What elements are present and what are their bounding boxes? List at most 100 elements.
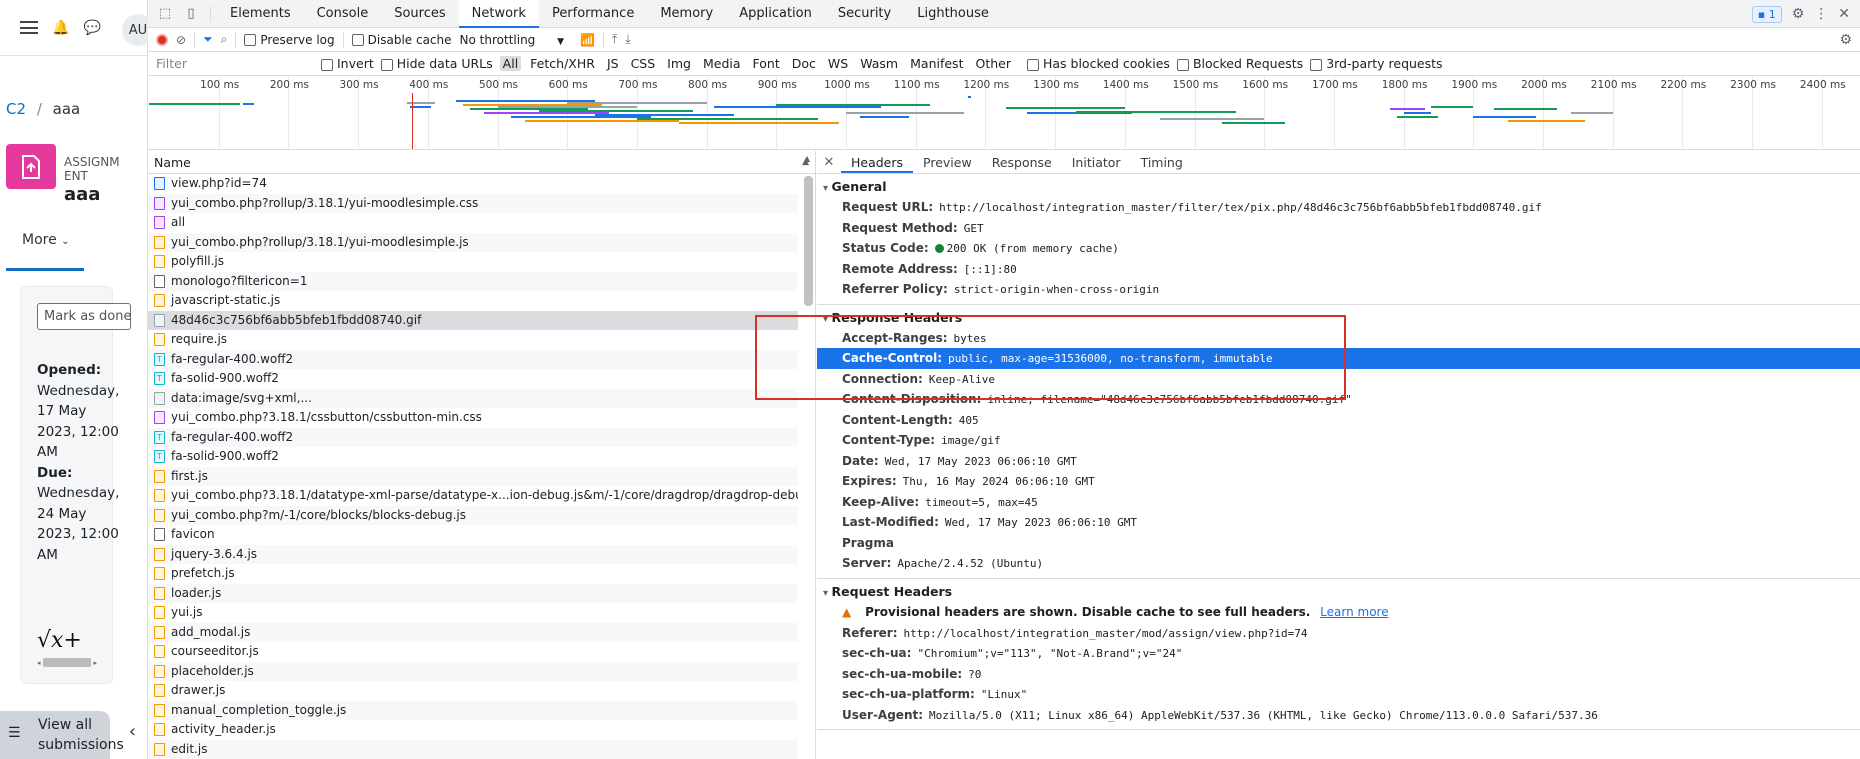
mark-as-done-button[interactable]: Mark as done <box>37 303 132 330</box>
request-row[interactable]: favicon <box>148 525 798 545</box>
header-row[interactable]: Referer: http://localhost/integration_mas… <box>817 623 1860 644</box>
filter-type-js[interactable]: JS <box>604 56 622 71</box>
detail-tab-response[interactable]: Response <box>982 151 1062 173</box>
import-har-icon[interactable]: ⤒ <box>612 32 617 47</box>
filter-type-fetchxhr[interactable]: Fetch/XHR <box>527 56 598 71</box>
tab-memory[interactable]: Memory <box>647 0 726 28</box>
request-list-scrollbar[interactable] <box>804 176 813 306</box>
tab-lighthouse[interactable]: Lighthouse <box>904 0 1002 28</box>
general-title[interactable]: General <box>817 177 1860 197</box>
math-scrollbar[interactable]: ◂ ▸ <box>37 658 97 667</box>
header-row[interactable]: Expires: Thu, 16 May 2024 06:06:10 GMT <box>817 471 1860 492</box>
request-row[interactable]: yui_combo.php?3.18.1/datatype-xml-parse/… <box>148 486 798 506</box>
device-toolbar-icon[interactable]: ▯ <box>182 5 200 23</box>
scroll-up-arrow-icon[interactable]: ▲ <box>804 154 810 163</box>
request-row[interactable]: edit.js <box>148 739 798 759</box>
filter-type-ws[interactable]: WS <box>825 56 851 71</box>
filter-icon[interactable]: ⏷ <box>203 32 213 47</box>
header-row[interactable]: Connection: Keep-Alive <box>817 369 1860 390</box>
request-row[interactable]: yui_combo.php?rollup/3.18.1/yui-moodlesi… <box>148 232 798 252</box>
header-row[interactable]: User-Agent: Mozilla/5.0 (X11; Linux x86_6… <box>817 705 1860 726</box>
disable-cache-checkbox[interactable]: Disable cache <box>351 33 452 47</box>
header-row[interactable]: sec-ch-ua-platform: "Linux" <box>817 684 1860 705</box>
chat-icon[interactable]: 💬 <box>83 20 100 36</box>
request-row[interactable]: yui_combo.php?m/-1/core/blocks/blocks-de… <box>148 505 798 525</box>
request-headers-title[interactable]: Request Headers <box>817 582 1860 602</box>
name-column-header[interactable]: Name ▲ <box>148 151 815 174</box>
filter-type-media[interactable]: Media <box>700 56 744 71</box>
filter-type-img[interactable]: Img <box>664 56 694 71</box>
network-conditions-icon[interactable]: 📶 <box>580 33 595 47</box>
request-row[interactable]: data:image/svg+xml,... <box>148 388 798 408</box>
header-row[interactable]: Date: Wed, 17 May 2023 06:06:10 GMT <box>817 451 1860 472</box>
tab-security[interactable]: Security <box>825 0 904 28</box>
close-icon[interactable]: ✕ <box>1838 6 1850 22</box>
tab-application[interactable]: Application <box>726 0 825 28</box>
bell-icon[interactable]: 🔔 <box>52 20 69 36</box>
view-all-submissions-button[interactable]: ☰ View all submissions <box>0 711 124 759</box>
more-menu[interactable]: More ⌄ <box>22 232 70 248</box>
throttling-select[interactable]: No throttling ▼ <box>460 33 565 47</box>
header-row[interactable]: sec-ch-ua: "Chromium";v="113", "Not-A.Bra… <box>817 643 1860 664</box>
header-row[interactable]: Accept-Ranges: bytes <box>817 328 1860 349</box>
issues-badge[interactable]: ▪ 1 <box>1751 5 1782 23</box>
clear-icon[interactable]: ⊘ <box>176 33 186 47</box>
request-row[interactable]: yui_combo.php?3.18.1/cssbutton/cssbutton… <box>148 408 798 428</box>
header-row[interactable]: Content-Type: image/gif <box>817 430 1860 451</box>
tab-elements[interactable]: Elements <box>217 0 304 28</box>
request-row[interactable]: loader.js <box>148 583 798 603</box>
request-row[interactable]: Tfa-regular-400.woff2 <box>148 427 798 447</box>
menu-icon[interactable] <box>20 21 38 34</box>
filter-type-manifest[interactable]: Manifest <box>907 56 966 71</box>
request-row[interactable]: placeholder.js <box>148 661 798 681</box>
tab-console[interactable]: Console <box>304 0 382 28</box>
header-row[interactable]: Content-Length: 405 <box>817 410 1860 431</box>
request-row[interactable]: require.js <box>148 330 798 350</box>
tab-performance[interactable]: Performance <box>539 0 647 28</box>
request-row[interactable]: prefetch.js <box>148 564 798 584</box>
request-row[interactable]: yui_combo.php?rollup/3.18.1/yui-moodlesi… <box>148 193 798 213</box>
export-har-icon[interactable]: ⤓ <box>625 32 630 47</box>
header-row[interactable]: Last-Modified: Wed, 17 May 2023 06:06:10 … <box>817 512 1860 533</box>
filter-input[interactable]: Filter <box>154 54 314 74</box>
record-button[interactable] <box>156 33 168 46</box>
request-row[interactable]: monologo?filtericon=1 <box>148 271 798 291</box>
request-row[interactable]: view.php?id=74 <box>148 174 798 194</box>
request-row[interactable]: Tfa-regular-400.woff2 <box>148 349 798 369</box>
detail-tab-initiator[interactable]: Initiator <box>1062 151 1131 173</box>
request-row[interactable]: courseeditor.js <box>148 642 798 662</box>
header-row[interactable]: Keep-Alive: timeout=5, max=45 <box>817 492 1860 513</box>
filter-type-doc[interactable]: Doc <box>789 56 819 71</box>
network-settings-gear-icon[interactable]: ⚙ <box>1839 32 1852 48</box>
tab-sources[interactable]: Sources <box>381 0 458 28</box>
request-row[interactable]: all <box>148 213 798 233</box>
hide-data-urls-checkbox[interactable]: Hide data URLs <box>380 56 493 71</box>
detail-tab-preview[interactable]: Preview <box>913 151 982 173</box>
header-row[interactable]: Status Code: 200 OK (from memory cache) <box>817 238 1860 259</box>
request-row[interactable]: 48d46c3c756bf6abb5bfeb1fbdd08740.gif <box>148 310 798 330</box>
inspect-element-icon[interactable]: ⬚ <box>156 5 174 23</box>
detail-tab-headers[interactable]: Headers <box>841 151 914 173</box>
header-row[interactable]: sec-ch-ua-mobile: ?0 <box>817 664 1860 685</box>
gear-icon[interactable]: ⚙ <box>1792 6 1805 22</box>
filter-type-font[interactable]: Font <box>750 56 783 71</box>
has-blocked-cookies-checkbox[interactable]: Has blocked cookies <box>1026 56 1170 71</box>
request-row[interactable]: manual_completion_toggle.js <box>148 700 798 720</box>
search-icon[interactable]: ⌕ <box>221 32 228 47</box>
request-row[interactable]: jquery-3.6.4.js <box>148 544 798 564</box>
request-row[interactable]: yui.js <box>148 603 798 623</box>
header-row[interactable]: Request Method: GET <box>817 218 1860 239</box>
header-row[interactable]: Request URL: http://localhost/integration… <box>817 197 1860 218</box>
request-row[interactable]: first.js <box>148 466 798 486</box>
preserve-log-checkbox[interactable]: Preserve log <box>244 33 335 47</box>
request-row[interactable]: Tfa-solid-900.woff2 <box>148 369 798 389</box>
request-row[interactable]: add_modal.js <box>148 622 798 642</box>
learn-more-link[interactable]: Learn more <box>1320 605 1388 619</box>
filter-type-other[interactable]: Other <box>972 56 1014 71</box>
network-overview-timeline[interactable]: 100 ms 200 ms 300 ms 400 ms 500 ms 600 ms 700 … <box>148 76 1860 150</box>
breadcrumb-course-link[interactable]: C2 <box>6 100 26 118</box>
header-row[interactable]: Referrer Policy: strict-origin-when-cross… <box>817 279 1860 300</box>
filter-type-wasm[interactable]: Wasm <box>857 56 901 71</box>
request-row[interactable]: polyfill.js <box>148 252 798 272</box>
invert-checkbox[interactable]: Invert <box>321 56 374 71</box>
